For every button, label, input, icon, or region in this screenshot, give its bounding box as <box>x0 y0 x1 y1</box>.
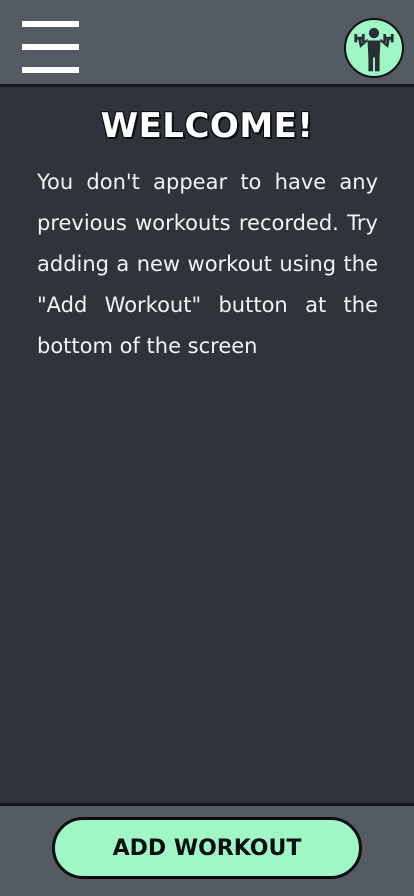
weightlifter-icon <box>354 27 394 72</box>
main-content: WELCOME! You don't appear to have any pr… <box>0 90 414 803</box>
menu-bar-middle <box>22 44 79 50</box>
menu-bar-top <box>22 21 79 27</box>
welcome-message: You don't appear to have any previous wo… <box>37 170 378 358</box>
menu-bar-bottom <box>22 67 79 73</box>
menu-button[interactable] <box>22 21 80 75</box>
profile-avatar-button[interactable] <box>344 18 404 78</box>
add-workout-button[interactable]: ADD WORKOUT <box>52 817 362 879</box>
app-footer: ADD WORKOUT <box>0 803 414 896</box>
app-header <box>0 0 414 87</box>
welcome-title: WELCOME! <box>100 106 314 146</box>
